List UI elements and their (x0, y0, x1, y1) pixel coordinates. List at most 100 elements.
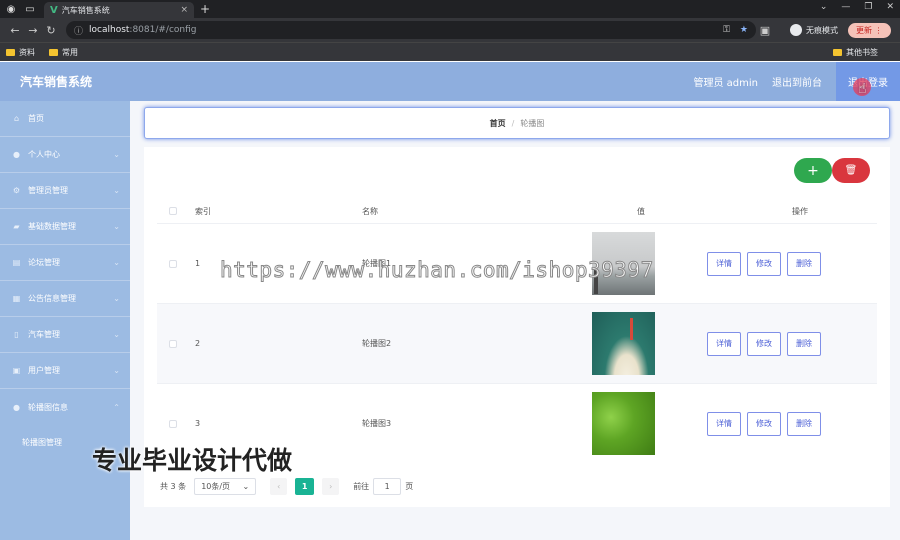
back-icon[interactable]: ← (6, 24, 24, 37)
notice-icon: ▦ (12, 294, 21, 303)
folder-icon (833, 48, 842, 56)
key-icon[interactable]: ⚿ (723, 25, 730, 35)
chevron-down-icon: ⌄ (113, 222, 120, 231)
sidebar-item-label: 轮播图信息 (28, 402, 68, 412)
breadcrumb: 首页 / 轮播图 (144, 107, 890, 139)
chat-icon: ▤ (12, 258, 21, 267)
restore-icon[interactable]: ❐ (864, 2, 872, 12)
carousel-thumbnail[interactable] (592, 232, 655, 295)
breadcrumb-home[interactable]: 首页 (490, 118, 506, 129)
header-value: 值 (637, 206, 645, 216)
site-info-icon[interactable]: ⓘ (74, 24, 83, 37)
hand-cursor-icon: ☝ (858, 81, 867, 97)
browser-tab[interactable]: V 汽车销售系统 × (44, 2, 194, 18)
chevron-down-icon: ⌄ (113, 294, 120, 303)
carousel-thumbnail[interactable] (592, 392, 655, 455)
bookmark-folder-ziliao[interactable]: 资料 (6, 47, 35, 58)
forward-icon[interactable]: → (24, 24, 42, 37)
window-controls: ⌄ — ❐ ✕ (820, 2, 894, 12)
row-name: 轮播图1 (362, 259, 392, 268)
bookmark-star-icon[interactable]: ★ (740, 25, 748, 35)
sidebar-item-profile[interactable]: ● 个人中心 ⌄ (0, 137, 130, 173)
delete-button[interactable]: 删除 (787, 251, 821, 276)
carousel-table: 索引 名称 值 操作 1 轮播图1 详情 修改 删除 2 轮播图2 详情 修改 … (157, 199, 877, 463)
add-button[interactable]: + (794, 158, 832, 183)
window-dropdown-icon[interactable]: ⌄ (820, 2, 828, 12)
browser-tab-bar: ◉ ▭ V 汽车销售系统 × + ⌄ — ❐ ✕ (0, 0, 900, 18)
users-icon: ▣ (12, 366, 21, 375)
goto-label: 前往 (353, 482, 370, 491)
sidebar-item-cars[interactable]: ▯ 汽车管理 ⌄ (0, 317, 130, 353)
admin-label: 管理员 admin (693, 78, 758, 89)
delete-button[interactable]: 删除 (787, 411, 821, 436)
row-name: 轮播图2 (362, 339, 392, 348)
minimize-icon[interactable]: — (841, 2, 850, 12)
tab-close-icon[interactable]: × (180, 5, 188, 15)
trash-icon: 🗑 (844, 165, 858, 176)
sidebar-item-admins[interactable]: ⚙ 管理员管理 ⌄ (0, 173, 130, 209)
edit-button[interactable]: 修改 (747, 251, 781, 276)
chevron-up-icon: ⌃ (113, 402, 120, 412)
sidebar-item-carousel[interactable]: ● 轮播图信息 ⌃ (0, 389, 130, 425)
batch-delete-button[interactable]: 🗑 (832, 158, 870, 183)
row-checkbox[interactable] (169, 339, 177, 348)
sidebar-item-basedata[interactable]: ▰ 基础数据管理 ⌄ (0, 209, 130, 245)
promo-text: 专业毕业设计代做 (92, 446, 293, 475)
row-checkbox[interactable] (169, 419, 177, 428)
browser-address-bar: ← → ↻ ⓘ localhost:8081/#/config ⚿ ★ ▣ 无痕… (0, 18, 900, 42)
reload-icon[interactable]: ↻ (42, 24, 60, 37)
detail-button[interactable]: 详情 (707, 251, 741, 276)
app-title: 汽车销售系统 (20, 75, 93, 89)
chevron-down-icon: ⌄ (113, 330, 120, 339)
backstage-link[interactable]: 退出到前台 (772, 74, 822, 89)
side-panel-icon[interactable]: ▣ (756, 24, 774, 37)
page-size-value: 10条/页 (201, 482, 231, 491)
update-button[interactable]: 更新 ⋮ (848, 22, 891, 38)
edit-button[interactable]: 修改 (747, 331, 781, 356)
header-ops: 操作 (792, 206, 808, 216)
sidebar-item-forum[interactable]: ▤ 论坛管理 ⌄ (0, 245, 130, 281)
bookmark-folder-changyong[interactable]: 常用 (49, 47, 78, 58)
incognito-label: 无痕模式 (806, 25, 838, 35)
sidebar-item-label: 个人中心 (28, 150, 60, 159)
page-number-active[interactable]: 1 (295, 478, 315, 495)
row-name: 轮播图3 (362, 419, 392, 428)
table-header: 索引 名称 值 操作 (157, 199, 877, 223)
header-index: 索引 (195, 206, 211, 216)
detail-button[interactable]: 详情 (707, 411, 741, 436)
browser-menu-icon[interactable]: ◉ (3, 4, 19, 15)
row-checkbox[interactable] (169, 259, 177, 268)
folder-icon: ▰ (13, 222, 20, 231)
breadcrumb-current: 轮播图 (520, 118, 545, 128)
url-text: localhost:8081/#/config (89, 25, 713, 35)
page-size-select[interactable]: 10条/页 ⌄ (194, 478, 257, 495)
sidebar-item-notice[interactable]: ▦ 公告信息管理 ⌄ (0, 281, 130, 317)
url-input[interactable]: ⓘ localhost:8081/#/config ⚿ ★ (66, 21, 756, 39)
user-icon: ● (13, 150, 20, 159)
breadcrumb-separator: / (511, 118, 515, 128)
table-row: 1 轮播图1 详情 修改 删除 (157, 223, 877, 303)
update-label: 更新 (856, 25, 872, 35)
url-host: localhost (89, 25, 130, 35)
sidebar-item-label: 首页 (28, 114, 44, 123)
delete-button[interactable]: 删除 (787, 331, 821, 356)
sidebar-item-label: 管理员管理 (28, 186, 68, 195)
select-all-checkbox[interactable] (169, 207, 177, 215)
sidebar-item-home[interactable]: ⌂ 首页 (0, 101, 130, 137)
sidebar-item-label: 用户管理 (28, 366, 60, 375)
next-page-button[interactable]: › (322, 478, 340, 495)
detail-button[interactable]: 详情 (707, 331, 741, 356)
folder-icon (49, 48, 58, 56)
tab-title: 汽车销售系统 (61, 5, 110, 15)
close-window-icon[interactable]: ✕ (886, 2, 894, 12)
prev-page-button[interactable]: ‹ (270, 478, 288, 495)
tab-strip-icon[interactable]: ▭ (22, 4, 38, 15)
carousel-thumbnail[interactable] (592, 312, 655, 375)
goto-page-input[interactable]: 1 (373, 478, 402, 495)
bookmark-folder-other[interactable]: 其他书签 (833, 47, 878, 58)
sidebar-item-users[interactable]: ▣ 用户管理 ⌄ (0, 353, 130, 389)
chevron-down-icon: ⌄ (113, 258, 120, 267)
new-tab-button[interactable]: + (200, 2, 210, 16)
edit-button[interactable]: 修改 (747, 411, 781, 436)
bookmark-label: 常用 (62, 47, 78, 57)
